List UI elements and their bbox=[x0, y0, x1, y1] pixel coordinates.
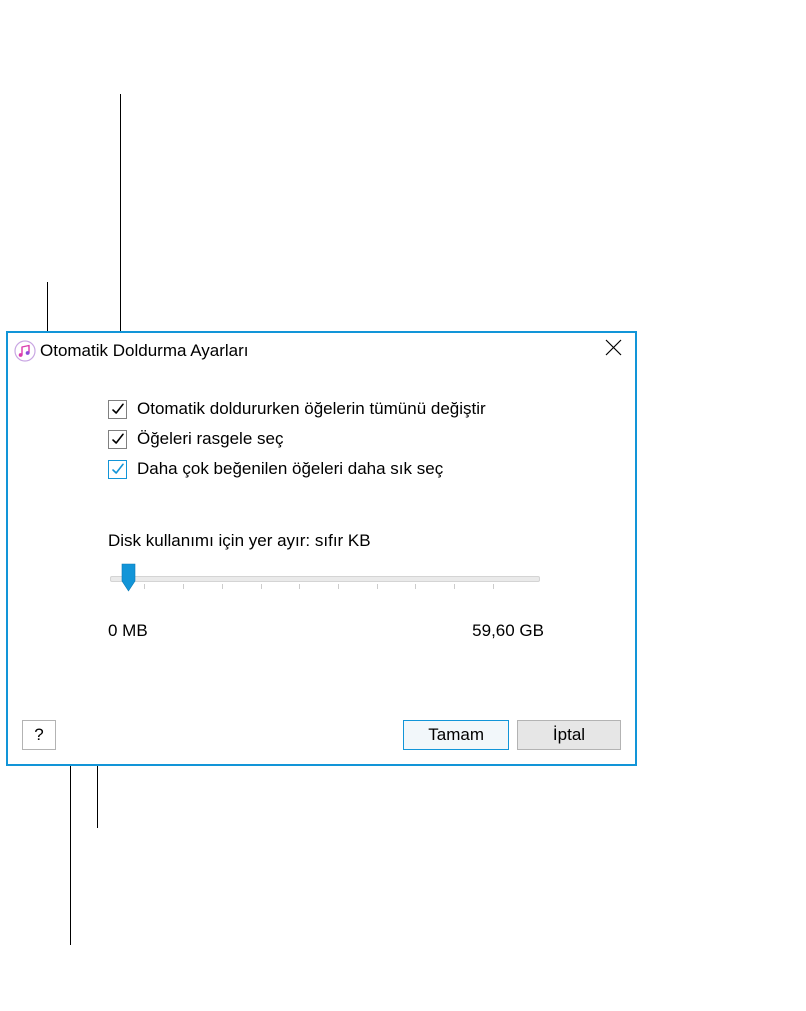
button-bar: ? Tamam İptal bbox=[22, 720, 621, 750]
checkbox-icon bbox=[108, 460, 127, 479]
title-bar: Otomatik Doldurma Ayarları bbox=[8, 333, 635, 369]
option-label: Öğeleri rasgele seç bbox=[137, 429, 283, 449]
slider-tick bbox=[454, 584, 455, 589]
autofill-settings-dialog: Otomatik Doldurma Ayarları Otomatik dold… bbox=[6, 331, 637, 766]
button-label: İptal bbox=[553, 725, 585, 744]
slider-tick bbox=[493, 584, 494, 589]
cancel-button[interactable]: İptal bbox=[517, 720, 621, 750]
slider-min-label: 0 MB bbox=[108, 621, 148, 641]
option-replace-all[interactable]: Otomatik doldururken öğelerin tümünü değ… bbox=[108, 399, 605, 419]
slider-tick bbox=[183, 584, 184, 589]
slider-tick bbox=[377, 584, 378, 589]
checkbox-icon bbox=[108, 430, 127, 449]
option-random[interactable]: Öğeleri rasgele seç bbox=[108, 429, 605, 449]
close-icon bbox=[605, 339, 622, 361]
checkbox-icon bbox=[108, 400, 127, 419]
dialog-content: Otomatik doldururken öğelerin tümünü değ… bbox=[8, 369, 635, 655]
option-label: Otomatik doldururken öğelerin tümünü değ… bbox=[137, 399, 486, 419]
slider-thumb[interactable] bbox=[121, 563, 136, 593]
slider-tick bbox=[222, 584, 223, 589]
disk-usage-label: Disk kullanımı için yer ayır: sıfır KB bbox=[108, 531, 605, 551]
disk-usage-slider[interactable] bbox=[110, 569, 540, 593]
option-label: Daha çok beğenilen öğeleri daha sık seç bbox=[137, 459, 443, 479]
ok-button[interactable]: Tamam bbox=[403, 720, 509, 750]
disk-usage-section: Disk kullanımı için yer ayır: sıfır KB bbox=[108, 531, 605, 641]
slider-tick bbox=[144, 584, 145, 589]
slider-labels: 0 MB 59,60 GB bbox=[108, 621, 544, 641]
slider-tick bbox=[338, 584, 339, 589]
slider-tick bbox=[415, 584, 416, 589]
close-button[interactable] bbox=[601, 338, 625, 362]
slider-max-label: 59,60 GB bbox=[472, 621, 544, 641]
help-button[interactable]: ? bbox=[22, 720, 56, 750]
button-label: Tamam bbox=[428, 725, 484, 744]
slider-tick bbox=[299, 584, 300, 589]
itunes-icon bbox=[14, 340, 36, 362]
dialog-title: Otomatik Doldurma Ayarları bbox=[40, 341, 625, 361]
slider-track bbox=[110, 576, 540, 582]
help-icon: ? bbox=[34, 725, 43, 745]
option-higher-rated[interactable]: Daha çok beğenilen öğeleri daha sık seç bbox=[108, 459, 605, 479]
slider-tick bbox=[261, 584, 262, 589]
